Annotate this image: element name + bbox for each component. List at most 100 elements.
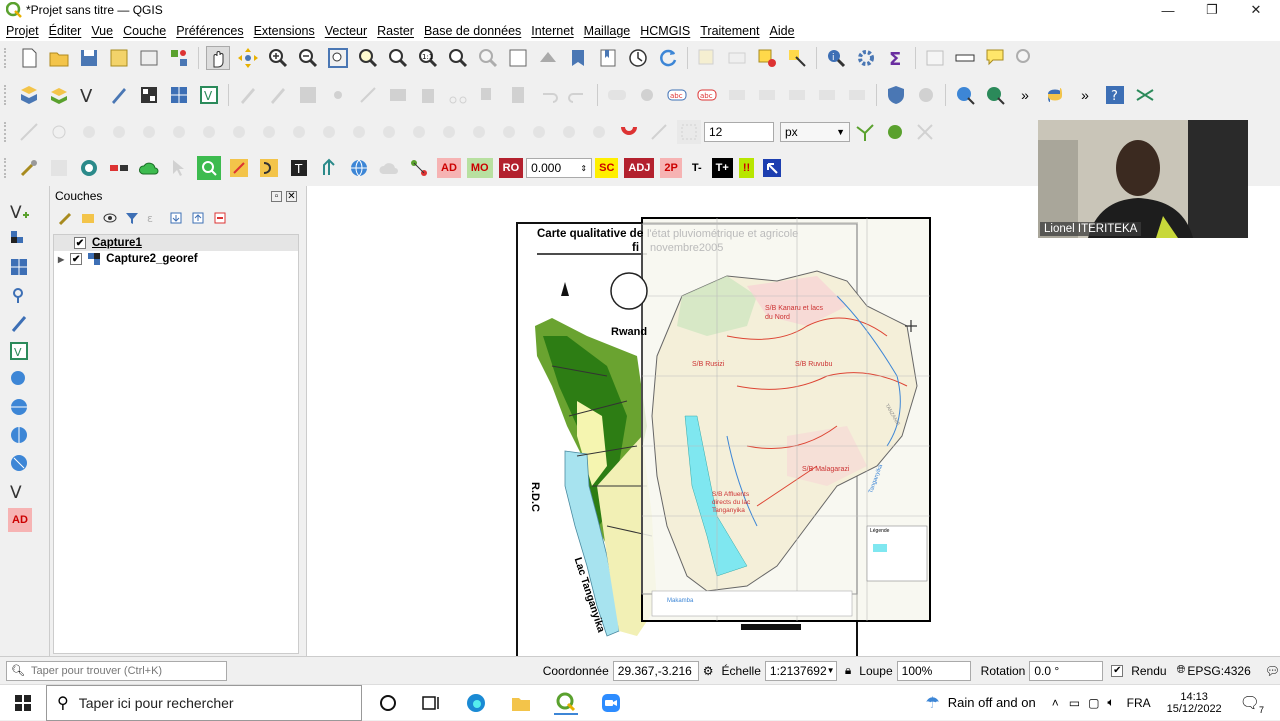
text-t-icon[interactable]: T	[287, 156, 311, 180]
zoom-last-icon[interactable]	[446, 46, 470, 70]
show-label-icon[interactable]	[755, 83, 779, 107]
move-label-icon[interactable]	[785, 83, 809, 107]
menu-preferences[interactable]: Préférences	[176, 24, 243, 38]
coordinate-field[interactable]: 29.367,-3.216	[612, 660, 699, 681]
edit-pencil-icon[interactable]	[266, 83, 290, 107]
unit-dropdown[interactable]: px ▼	[780, 122, 850, 142]
network-icon[interactable]	[407, 156, 431, 180]
float-panel-icon[interactable]: ▫	[271, 190, 282, 202]
manage-themes-icon[interactable]	[101, 209, 119, 227]
plugin-icon[interactable]	[914, 83, 938, 107]
notifications-icon[interactable]: 🗨︎ 7	[1240, 693, 1266, 715]
layer-row-capture2-georef[interactable]: ▶ ✔ Capture2_georef	[54, 251, 298, 267]
adv-digitize-icon[interactable]	[17, 120, 41, 144]
copy-icon[interactable]	[476, 83, 500, 107]
shape-2-icon[interactable]	[77, 120, 101, 144]
select-value-icon[interactable]	[725, 46, 749, 70]
qgis-taskbar-icon[interactable]	[554, 691, 578, 715]
tag-adj[interactable]: ADJ	[624, 158, 655, 178]
shape-12-icon[interactable]	[377, 120, 401, 144]
add-mesh-layer-icon[interactable]	[8, 256, 32, 280]
shape-10-icon[interactable]	[317, 120, 341, 144]
shape-8-icon[interactable]	[257, 120, 281, 144]
menu-internet[interactable]: Internet	[531, 24, 573, 38]
add-delimited-icon[interactable]: V	[8, 340, 32, 364]
collapse-all-icon[interactable]	[189, 209, 207, 227]
add-vector-icon[interactable]: V	[8, 200, 32, 224]
grid-tool-icon[interactable]	[47, 156, 71, 180]
lock-icon[interactable]: 🔒︎	[845, 663, 851, 678]
plugin-shield-icon[interactable]	[884, 83, 908, 107]
weather-text[interactable]: Rain off and on	[948, 695, 1036, 710]
menu-aide[interactable]: Aide	[770, 24, 795, 38]
cursor-icon[interactable]	[167, 156, 191, 180]
menu-couche[interactable]: Couche	[123, 24, 166, 38]
search-icon[interactable]	[1013, 46, 1037, 70]
cloud-icon[interactable]	[377, 156, 401, 180]
snap-grid-icon[interactable]	[677, 120, 701, 144]
shape-7-icon[interactable]	[227, 120, 251, 144]
filter-expression-icon[interactable]: ε	[145, 209, 163, 227]
edge-icon[interactable]	[464, 691, 488, 715]
close-panel-icon[interactable]: ✕	[286, 190, 297, 202]
tag-exclaim[interactable]: !!	[738, 158, 755, 178]
rotation-spinbox[interactable]: 0.0 °	[1029, 660, 1104, 681]
print-layout-icon[interactable]	[137, 46, 161, 70]
add-layer-icon[interactable]	[47, 83, 71, 107]
extents-toggle-icon[interactable]: ⚙	[703, 664, 714, 678]
new-3d-view-icon[interactable]	[536, 46, 560, 70]
add-wcs-icon[interactable]	[8, 424, 32, 448]
add-feature-icon[interactable]	[326, 83, 350, 107]
crs-button[interactable]: EPSG:4326	[1187, 664, 1250, 678]
layer-row-capture1[interactable]: ✔ Capture1	[54, 235, 298, 251]
add-point-icon[interactable]	[8, 284, 32, 308]
label-highlight-icon[interactable]: abc	[695, 83, 719, 107]
menu-traitement[interactable]: Traitement	[700, 24, 759, 38]
style-panel-icon[interactable]	[57, 209, 75, 227]
file-explorer-icon[interactable]	[509, 691, 533, 715]
shape-13-icon[interactable]	[407, 120, 431, 144]
add-xyz-icon[interactable]	[8, 452, 32, 476]
zoom-app-icon[interactable]	[599, 691, 623, 715]
add-group-icon[interactable]	[79, 209, 97, 227]
globe-edit-icon[interactable]	[883, 120, 907, 144]
label-icon[interactable]	[635, 83, 659, 107]
close-icon[interactable]: ✕	[1234, 0, 1278, 20]
style-manager-icon[interactable]	[167, 46, 191, 70]
bookmark-icon[interactable]	[566, 46, 590, 70]
magnet-icon[interactable]	[617, 120, 641, 144]
ad-tag-icon[interactable]: AD	[8, 508, 32, 532]
delete-selected-icon[interactable]	[416, 83, 440, 107]
windows-start-icon[interactable]	[0, 694, 46, 711]
modify-attributes-icon[interactable]	[386, 83, 410, 107]
new-project-icon[interactable]	[17, 46, 41, 70]
more-chevron-2-icon[interactable]: »	[1073, 83, 1097, 107]
add-virtual-layer-icon[interactable]: V	[8, 480, 32, 504]
zoom-native-icon[interactable]: 1:1	[416, 46, 440, 70]
tag-t-plus[interactable]: T+	[711, 158, 733, 178]
undo-icon[interactable]	[536, 83, 560, 107]
pan-hand-icon[interactable]	[206, 46, 230, 70]
identify-features-icon[interactable]: i	[824, 46, 848, 70]
identify-icon[interactable]	[785, 46, 809, 70]
georeferencer-icon[interactable]	[1133, 83, 1157, 107]
pan-to-selection-icon[interactable]	[236, 46, 260, 70]
tag-mo[interactable]: MO	[466, 158, 493, 178]
shape-15-icon[interactable]	[467, 120, 491, 144]
more-chevron-icon[interactable]: »	[1013, 83, 1037, 107]
tag-sc[interactable]: SC	[595, 158, 619, 178]
minimize-icon[interactable]: —	[1146, 0, 1190, 20]
shape-9-icon[interactable]	[287, 120, 311, 144]
cut-icon[interactable]	[446, 83, 470, 107]
add-feather-icon[interactable]	[8, 312, 32, 336]
tools-icon[interactable]	[17, 156, 41, 180]
volume-icon[interactable]: 🔈︎	[1107, 695, 1114, 710]
tag-ro[interactable]: RO	[498, 158, 524, 178]
render-checkbox[interactable]: ✔	[1111, 664, 1124, 677]
tag-2p[interactable]: 2P	[660, 158, 682, 178]
shape-14-icon[interactable]	[437, 120, 461, 144]
green-cloud-icon[interactable]	[137, 156, 161, 180]
size-spinbox[interactable]: 12	[704, 122, 774, 142]
digitize-icon[interactable]	[107, 83, 131, 107]
statistics-sum-icon[interactable]: Σ	[884, 46, 908, 70]
